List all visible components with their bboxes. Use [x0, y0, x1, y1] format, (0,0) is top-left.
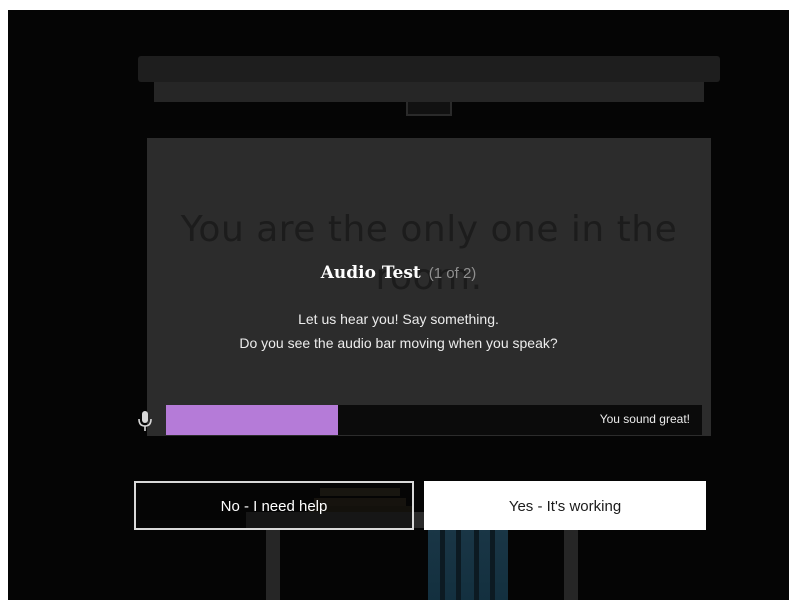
step-indicator: (1 of 2)	[428, 265, 477, 282]
instruction-text: Let us hear you! Say something.	[298, 311, 499, 327]
projector-screen-housing	[154, 82, 704, 102]
audio-test-stage: You are the only one in the room. Audio …	[8, 10, 789, 600]
background-message: You are the only one in the room.	[180, 209, 678, 298]
table-leg	[266, 528, 280, 600]
projector-screen-handle	[406, 102, 452, 116]
chair-slat	[456, 526, 461, 600]
audio-level-fill	[166, 405, 338, 435]
its-working-button[interactable]: Yes - It's working	[424, 481, 706, 530]
audio-level-row: You sound great!	[136, 404, 703, 436]
dialog-title: Audio Test (1 of 2)	[8, 262, 789, 283]
question-text: Do you see the audio bar moving when you…	[239, 335, 558, 351]
chair	[428, 526, 508, 600]
chair-slat	[490, 526, 495, 600]
projector-screen-top	[138, 56, 720, 82]
chair-slat	[440, 526, 445, 600]
need-help-button[interactable]: No - I need help	[134, 481, 414, 530]
table-leg	[564, 528, 578, 600]
audio-status-text: You sound great!	[599, 412, 690, 426]
chair-slat	[474, 526, 479, 600]
audio-test-title: Audio Test	[320, 263, 421, 283]
microphone-icon	[136, 410, 154, 432]
audio-level-bar: You sound great!	[166, 405, 702, 435]
